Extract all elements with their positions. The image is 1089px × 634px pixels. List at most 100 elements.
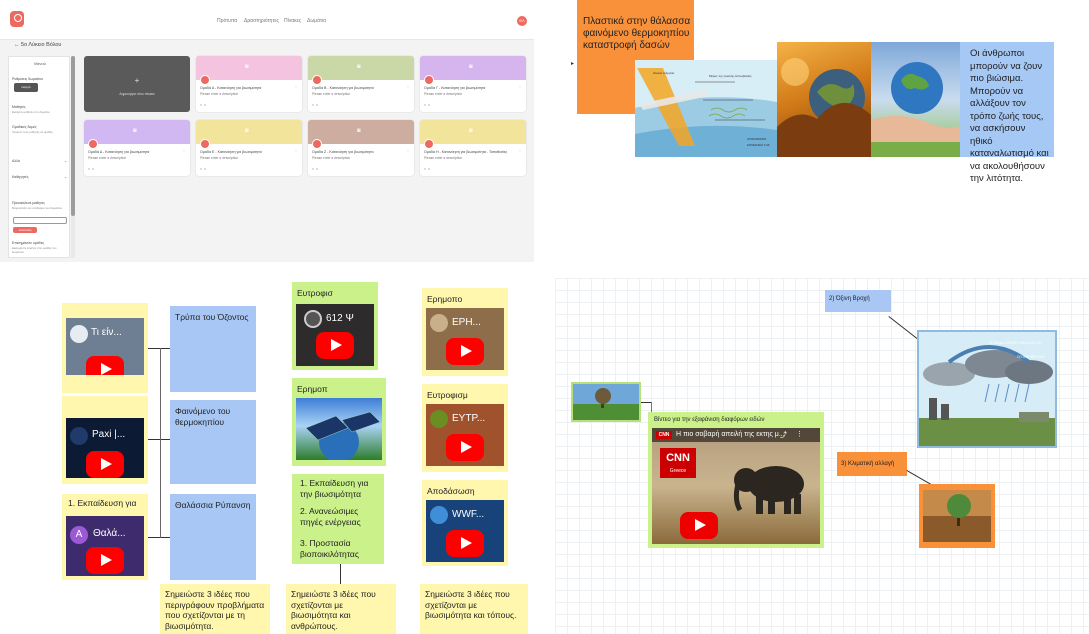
card-description: Please enter a description — [312, 92, 351, 96]
nav-templates[interactable]: Πρότυπα — [217, 18, 237, 24]
sidebar-item-students[interactable]: Μαθητές — [12, 105, 25, 109]
prompt-sticky-note[interactable]: Σημειώστε 3 ιδέες που περιγράφουν προβλή… — [160, 584, 270, 634]
blue-sticky-note[interactable]: Φαινόμενο του θερμοκηπίου — [170, 400, 256, 484]
chevron-down-icon[interactable]: ⌄ — [64, 174, 67, 179]
camera-icon[interactable]: ◙ — [469, 128, 473, 134]
sidebar-item-tag-groups[interactable]: Επισημάνετε ομάδες — [12, 241, 44, 245]
card-menu-icon[interactable]: ⋮ — [518, 149, 522, 154]
more-options-icon[interactable]: ⋮ — [796, 430, 803, 438]
card-cover: ◙ — [420, 56, 526, 80]
camera-icon[interactable]: ◙ — [469, 64, 473, 70]
youtube-play-icon[interactable] — [446, 338, 484, 365]
camera-icon[interactable]: ◙ — [357, 64, 361, 70]
youtube-play-icon[interactable] — [86, 451, 124, 478]
youtube-play-icon[interactable] — [86, 547, 124, 574]
card-cover: ◙ — [84, 120, 190, 144]
board-card[interactable]: ◙ Ομάδα Α - Κατανόηση για βιωσιμότητα ⋮ Ple… — [196, 56, 302, 112]
cnn-video-thumbnail[interactable]: Η πιο σοβαρή απειλή της εκτης μ... CNN C… — [652, 428, 820, 544]
share-icon[interactable]: ⤴ — [780, 430, 787, 440]
connector-line — [160, 348, 161, 538]
blue-sticky-note[interactable]: 2) Όξινη Βροχή — [825, 290, 891, 312]
sidebar-item-invite[interactable]: Προσκάλεσε μαθητές — [12, 201, 45, 205]
blue-sticky-note[interactable]: Οι άνθρωποι μπορούν να ζουν πιο βιώσιμα.… — [960, 42, 1054, 184]
youtube-play-icon[interactable] — [446, 434, 484, 461]
dry-tree-photo[interactable] — [571, 382, 641, 422]
camera-icon[interactable]: ◙ — [133, 128, 137, 134]
card-menu-icon[interactable]: ⋮ — [518, 85, 522, 90]
nav-rooms[interactable]: Δωμάτια — [307, 18, 326, 24]
sidebar-item-groups[interactable]: Ομαδικές δομές — [12, 125, 37, 129]
board-card[interactable]: ◙ Ομάδα Β - Κατανόηση για βιωσιμότητα ⋮ Ple… — [308, 56, 414, 112]
card-meta: 0 · 5 — [424, 103, 431, 107]
video-thumbnail[interactable]: 612 Ψ — [296, 304, 374, 366]
card-title: Ομάδα Η - Κατανόηση για βιωσιμότητα - Το… — [424, 150, 508, 154]
climate-tree-graphic — [923, 490, 991, 542]
camera-icon[interactable]: ◙ — [357, 128, 361, 134]
board-card[interactable]: ◙ Ομάδα Γ - Κατανόηση για βιωσιμότητα ⋮ Ple… — [420, 56, 526, 112]
prompt-sticky-note[interactable]: Σημειώστε 3 ιδέες που σχετίζονται με βιω… — [286, 584, 396, 634]
card-menu-icon[interactable]: ⋮ — [406, 85, 410, 90]
nav-boards[interactable]: Πίνακες — [284, 18, 301, 24]
send-invite-button[interactable]: Αποστολή — [13, 227, 37, 233]
new-board-card[interactable]: + Δημιουργία νέου πίνακα — [84, 56, 190, 112]
sidebar-item-other[interactable]: Αλλά — [12, 159, 20, 163]
prompt-text: Σημειώστε 3 ιδέες που σχετίζονται με βιω… — [291, 589, 376, 631]
video-thumbnail[interactable]: ΕΥΤΡ... — [426, 404, 504, 466]
burning-earth-graphic — [777, 58, 871, 157]
sidebar-item-teachers[interactable]: Καθηγητές — [12, 175, 29, 179]
card-menu-icon[interactable]: ⋮ — [406, 149, 410, 154]
acid-rain-diagram[interactable]: ΟΞΕΙΔΙΑ ΘΕΙΟΥ ΚΑΙ ΑΖΩΤΟΥ ΟΞΙΝΗ ΒΡΟΧΗ — [917, 330, 1057, 448]
video-thumbnail[interactable]: Paxi |... — [66, 418, 144, 478]
sidebar-item-room-settings[interactable]: Ρυθμίσεις δωματίου — [12, 77, 43, 81]
youtube-play-icon[interactable] — [680, 512, 718, 539]
blue-sticky-note[interactable]: Θαλάσσια Ρύπανση — [170, 494, 256, 580]
list-item: 1. Εκπαίδευση για την βιωσιμότητα — [300, 478, 369, 499]
card-menu-icon[interactable]: ⋮ — [294, 85, 298, 90]
channel-avatar: A — [70, 526, 88, 544]
climate-change-image[interactable] — [919, 484, 995, 548]
nav-activities[interactable]: Δραστηριότητες — [244, 18, 279, 24]
green-sticky-note[interactable]: 1. Εκπαίδευση για την βιωσιμότητα 2. Ανα… — [292, 474, 384, 564]
card-menu-icon[interactable]: ⋮ — [294, 149, 298, 154]
solar-panels-image[interactable] — [296, 398, 382, 460]
youtube-play-icon[interactable] — [86, 356, 124, 375]
video-thumbnail[interactable]: A Θαλά... — [66, 516, 144, 576]
youtube-play-icon[interactable] — [446, 530, 484, 557]
camera-icon[interactable]: ◙ — [245, 128, 249, 134]
acid-rain-label-rain: ΟΞΙΝΗ ΒΡΟΧΗ — [1017, 354, 1045, 359]
channel-avatar — [430, 410, 448, 428]
note-title: Ευτροφισμ — [427, 390, 468, 400]
youtube-play-icon[interactable] — [316, 332, 354, 359]
scrollbar-thumb[interactable] — [71, 56, 75, 216]
user-avatar[interactable]: ΕΛ — [517, 16, 527, 26]
card-meta: 0 · 5 — [88, 167, 95, 171]
blue-sticky-note[interactable]: Τρύπα του Όζοντος — [170, 306, 256, 392]
chevron-down-icon[interactable]: ⌄ — [64, 158, 67, 163]
invite-link-input[interactable] — [13, 217, 67, 224]
note-text: Βίντεο για την εξαφάνιση διαφόρων ειδών — [654, 417, 765, 423]
note-text: Θαλάσσια Ρύπανση — [175, 500, 251, 510]
video-thumbnail[interactable]: Τι είν... — [66, 318, 144, 375]
video-thumbnail[interactable]: WWF... — [426, 500, 504, 562]
board-card[interactable]: ◙ Ομάδα Η - Κατανόηση για βιωσιμότητα - Τ… — [420, 120, 526, 176]
back-link[interactable]: ← 5ο Λύκειο Βόλου — [14, 42, 61, 48]
card-avatar — [424, 139, 434, 149]
room-active-button[interactable]: ενεργό — [14, 83, 38, 92]
acid-rain-label-oxides: ΟΞΕΙΔΙΑ ΘΕΙΟΥ ΚΑΙ ΑΖΩΤΟΥ — [989, 340, 1043, 345]
prompt-sticky-note[interactable]: Σημειώστε 3 ιδέες που σχετίζονται με βιω… — [420, 584, 528, 634]
video-thumbnail[interactable]: ΕΡΗ... — [426, 308, 504, 370]
camera-icon[interactable]: ◙ — [245, 64, 249, 70]
greenhouse-diagram-image[interactable]: Ηλιακή ενέργεια Μέρος της ηλιακής ακτινο… — [635, 60, 777, 157]
card-menu-icon[interactable]: ⋮ — [182, 149, 186, 154]
card-cover: ◙ — [420, 120, 526, 144]
board-card[interactable]: ◙ Ομάδα Ε - Κατανόηση για βιωσιμότητα ⋮ Ple… — [196, 120, 302, 176]
orange-sticky-note[interactable]: 3) Κλιματική αλλαγή — [837, 452, 907, 476]
note-text: Φαινόμενο του θερμοκηπίου — [175, 406, 231, 427]
cnn-logo-small: CNN — [656, 431, 672, 439]
board-card[interactable]: ◙ Ομάδα Δ - Κατανόηση για βιωσιμότητα ⋮ Ple… — [84, 120, 190, 176]
burning-earth-photo[interactable] — [777, 42, 871, 157]
app-logo-icon[interactable] — [10, 11, 24, 27]
sidebar-scrollbar[interactable] — [71, 56, 75, 258]
hand-holding-earth-photo[interactable] — [871, 42, 961, 157]
board-card[interactable]: ◙ Ομάδα Ζ - Κατανόηση για βιωσιμότητα ⋮ Ple… — [308, 120, 414, 176]
